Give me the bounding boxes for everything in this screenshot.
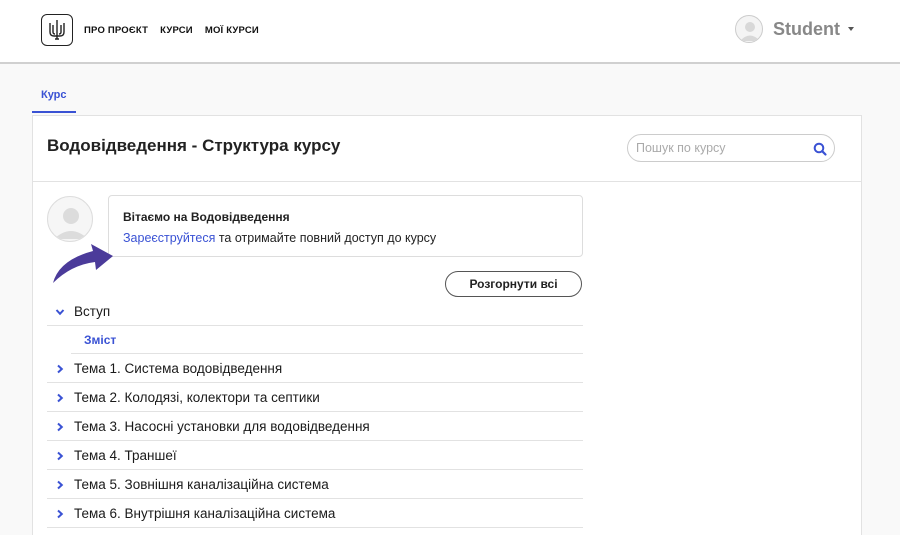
nav-my-courses[interactable]: МОЇ КУРСИ (205, 25, 259, 36)
section-topic-5[interactable]: Тема 5. Зовнішня каналізаційна система (47, 470, 583, 499)
welcome-title: Вітаємо на Водовідведення (123, 210, 290, 224)
avatar (735, 15, 763, 43)
section-label: Тема 5. Зовнішня каналізаційна система (74, 476, 329, 492)
top-bar: ПРО ПРОЄКТ КУРСИ МОЇ КУРСИ Student (0, 0, 900, 64)
main-nav: ПРО ПРОЄКТ КУРСИ МОЇ КУРСИ (84, 25, 259, 36)
course-card: Водовідведення - Структура курсу Вітаємо… (32, 115, 862, 535)
username: Student (773, 18, 840, 39)
expand-all-button[interactable]: Розгорнути всі (445, 271, 582, 297)
chevron-right-icon (57, 422, 64, 432)
avatar (47, 196, 93, 242)
chevron-right-icon (57, 451, 64, 461)
chevron-down-icon (55, 309, 65, 316)
trident-logo-icon[interactable] (41, 14, 73, 46)
section-topic-6[interactable]: Тема 6. Внутрішня каналізаційна система (47, 499, 583, 528)
chevron-right-icon (57, 393, 64, 403)
user-menu[interactable]: Student (735, 15, 854, 43)
section-label: Тема 4. Траншеї (74, 447, 177, 463)
section-label: Тема 2. Колодязі, колектори та септики (74, 389, 320, 405)
course-outline: Вступ Зміст Тема 1. Система водовідведен… (47, 297, 583, 528)
chevron-right-icon (57, 364, 64, 374)
welcome-text: та отримайте повний доступ до курсу (215, 231, 437, 245)
section-label: Тема 1. Система водовідведення (74, 360, 283, 376)
section-topic-3[interactable]: Тема 3. Насосні установки для водовідвед… (47, 412, 583, 441)
caret-down-icon (848, 27, 854, 31)
section-intro[interactable]: Вступ (47, 297, 583, 326)
welcome-box: Вітаємо на Водовідведення Зареєструйтеся… (108, 195, 583, 257)
nav-courses[interactable]: КУРСИ (160, 25, 193, 36)
course-search (627, 134, 835, 162)
register-link[interactable]: Зареєструйтеся (123, 231, 215, 245)
section-label: Тема 3. Насосні установки для водовідвед… (74, 418, 370, 434)
search-input[interactable] (636, 141, 806, 155)
section-topic-1[interactable]: Тема 1. Система водовідведення (47, 354, 583, 383)
subsection-link[interactable]: Зміст (84, 333, 116, 347)
section-label: Вступ (74, 303, 111, 319)
chevron-right-icon (57, 480, 64, 490)
section-topic-2[interactable]: Тема 2. Колодязі, колектори та септики (47, 383, 583, 412)
card-header: Водовідведення - Структура курсу (33, 116, 861, 182)
subsection-item: Зміст (71, 326, 583, 354)
section-topic-4[interactable]: Тема 4. Траншеї (47, 441, 583, 470)
welcome-message: Зареєструйтеся та отримайте повний досту… (123, 231, 436, 245)
chevron-right-icon (57, 509, 64, 519)
page-title: Водовідведення - Структура курсу (47, 136, 341, 155)
nav-about[interactable]: ПРО ПРОЄКТ (84, 25, 148, 36)
arrow-icon (53, 244, 113, 283)
tab-course[interactable]: Курс (32, 89, 76, 113)
search-icon[interactable] (812, 141, 828, 157)
section-label: Тема 6. Внутрішня каналізаційна система (74, 505, 336, 521)
